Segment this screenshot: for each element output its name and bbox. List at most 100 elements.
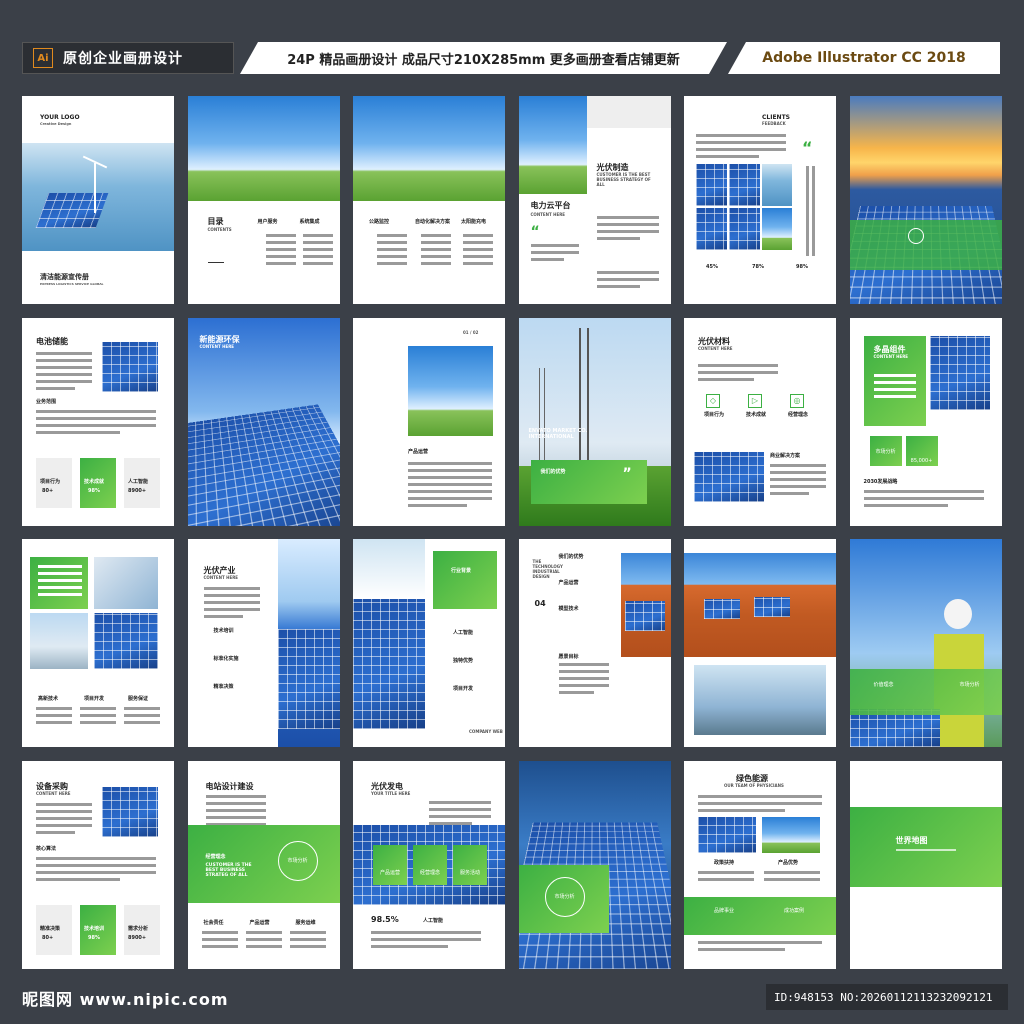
business-caption: 商业解决方案 <box>770 452 801 459</box>
page-pv-generation: 光伏发电 YOUR TITLE HERE 产品运营 经营理念 服务活动 98.5… <box>353 760 505 969</box>
operation-caption: 产品运营 <box>408 448 429 455</box>
module-box-1: 市场分析 <box>875 448 896 455</box>
header-right-title: Adobe Illustrator CC 2018 <box>762 50 966 66</box>
bg-item-1: 人工智能 <box>453 630 474 636</box>
header-left-title: 原创企业画册设计 <box>63 51 183 67</box>
generation-stat: 98.5% <box>371 914 399 924</box>
industry-item-2: 标准化实施 <box>213 656 239 662</box>
procurement-section: 核心算法 <box>36 845 57 852</box>
logo: YOUR LOGO <box>40 114 80 121</box>
station-title: 电站设计建设 <box>205 781 254 791</box>
page-pv-materials: 光伏材料 CONTENT HERE ◇ ▷ ◎ 项目行为 技术成就 经营理念 商… <box>684 317 836 526</box>
cover-title: 清洁能源宣传册 <box>40 273 89 281</box>
industry-sub: CONTENT HERE <box>203 575 239 580</box>
contents-sub: CONTENTS <box>207 227 232 232</box>
feature-1: 高新技术 <box>38 696 59 702</box>
page-number: 01 / 02 <box>463 329 479 335</box>
project-icon: ◇ <box>706 393 720 408</box>
feedback-sub: FEEDBACK <box>762 121 786 126</box>
generation-sub: YOUR TITLE HERE <box>371 790 411 796</box>
engineer-box-2: 市场分析 <box>959 682 980 688</box>
page-high-tech: 高新技术 项目开发 服务保证 <box>22 539 174 747</box>
watermark: 昵图网 www.nipic.com <box>22 990 229 1009</box>
tech-icon: ▷ <box>748 393 762 408</box>
stat-1-value: 80+ <box>42 487 54 494</box>
section-number: 04 <box>534 599 546 608</box>
page-clients-feedback: CLIENTS FEEDBACK “ 45% 78% 98% <box>684 96 836 304</box>
new-energy-sub: CONTENT HERE <box>199 343 235 349</box>
stat-2-label: 技术成就 <box>84 478 105 485</box>
page-poly-module: 多晶组件 CONTENT HERE 市场分析 85,000+ 2030发展战略 <box>849 317 1002 526</box>
stat-1-label: 精准决策 <box>40 925 61 932</box>
tech-item-4: 愿景目标 <box>558 654 579 660</box>
page-pv-industry: 光伏产业 CONTENT HERE 技术培训 标准化实施 精准决策 <box>187 539 340 747</box>
page-cover: YOUR LOGO Creative Design 清洁能源宣传册 EXPRES… <box>22 96 174 304</box>
feature-3: 服务保证 <box>128 696 149 702</box>
green-caption-2: 产品优势 <box>778 859 799 866</box>
battery-section: 业务范围 <box>36 398 57 405</box>
icon-3-label: 经营理念 <box>788 411 809 418</box>
stat-2-value: 98% <box>88 487 100 494</box>
stat-3-value: 8900+ <box>128 934 147 941</box>
tree-photo <box>353 96 505 201</box>
page-world-map: 世界地图 <box>849 760 1002 969</box>
background-box: 行业背景 <box>451 568 472 574</box>
tech-item-3: 模型技术 <box>558 606 579 612</box>
stat-1-value: 80+ <box>42 934 54 941</box>
feedback-title: CLIENTS <box>762 114 790 121</box>
landscape-photo <box>187 96 340 201</box>
header-middle-title: 24P 精品画册设计 成品尺寸210X285mm 更多画册查看店铺更新 <box>287 52 680 68</box>
page-green-energy: 绿色能源 OUR TEAM OF PHYSICIANS 政策扶持 产品优势 品牌… <box>684 760 836 969</box>
stat-1: 45% <box>706 264 718 270</box>
procurement-sub: CONTENT HERE <box>36 790 71 796</box>
page-cloud-platform: 电力云平台 CONTENT HERE “ 光伏制造 CUSTOMER IS TH… <box>518 96 671 304</box>
windmill-photo <box>518 96 587 194</box>
page-rooftop-city <box>684 539 836 747</box>
contents-title: 目录 <box>207 217 224 226</box>
image-id: ID:948153 NO:20260112113232092121 <box>766 984 1008 1010</box>
icon-2-label: 技术成就 <box>746 411 767 418</box>
stat-3-label: 人工智能 <box>128 478 149 485</box>
header-bar: Ai 原创企业画册设计 24P 精品画册设计 成品尺寸210X285mm 更多画… <box>22 42 1000 74</box>
col1-title: 公路监控 <box>369 219 390 225</box>
generation-stat-label: 人工智能 <box>423 917 444 924</box>
idea-icon: ◎ <box>790 393 804 408</box>
page-engineer: 价值理念 市场分析 <box>849 539 1002 747</box>
company-web: COMPANY WEB <box>469 729 503 734</box>
page-battery-storage: 电池储能 业务范围 项目行为 80+ 技术成就 98% 人工智能 8900+ <box>22 317 174 526</box>
logo-sub: Creative Design <box>40 122 72 126</box>
cover-photo <box>22 143 174 251</box>
col2-title: 系统集成 <box>299 219 320 225</box>
stat-3-label: 需求分析 <box>128 925 149 932</box>
page-market-analysis: 市场分析 <box>518 760 671 969</box>
module-sub: CONTENT HERE <box>873 353 909 359</box>
header-right: Adobe Illustrator CC 2018 <box>728 42 1000 74</box>
industry-item-1: 技术培训 <box>213 628 234 634</box>
page-station-design: 电站设计建设 经营理念 CUSTOMER IS THE BEST BUSINES… <box>187 760 340 969</box>
vertical-caption: THE TECHNOLOGY INDUSTRIAL DESIGN <box>532 559 563 579</box>
advantage-box: 我们的优势 <box>540 468 566 475</box>
icon-1-label: 项目行为 <box>704 411 725 418</box>
cloud-title: 电力云平台 <box>530 201 571 210</box>
col3-title: 太阳能充电 <box>461 219 487 225</box>
stat-3: 98% <box>796 264 808 270</box>
stat-3-value: 8900+ <box>128 487 147 494</box>
page-power-grid: ENVATO MARKET CO. INTERNATIONAL 我们的优势 ” <box>518 317 671 526</box>
manufacturing-sub: CUSTOMER IS THE BEST BUSINESS STRATEGY O… <box>596 172 651 187</box>
overlay-text: ENVATO MARKET CO. INTERNATIONAL <box>528 427 588 440</box>
band-circle: 市场分析 <box>287 857 308 864</box>
station-item-2: 产品运营 <box>249 919 270 926</box>
stat-2-label: 技术培训 <box>84 925 105 932</box>
band-title: 经营理念 <box>205 853 226 860</box>
page-technology: 04 THE TECHNOLOGY INDUSTRIAL DESIGN 我们的优… <box>518 539 671 747</box>
stat-2-value: 98% <box>88 934 100 941</box>
gen-box-1: 产品运营 <box>379 869 400 876</box>
green-band-2: 成功案例 <box>783 907 804 914</box>
page-equipment-procurement: 设备采购 CONTENT HERE 核心算法 精准决策 80+ 技术培训 98%… <box>22 760 174 969</box>
stat-2: 78% <box>752 264 764 270</box>
page-sunset-solar <box>849 96 1002 304</box>
brochure-page-grid: YOUR LOGO Creative Design 清洁能源宣传册 EXPRES… <box>22 96 1002 969</box>
page-contents: 目录 CONTENTS 用户服务 系统集成 <box>187 96 340 304</box>
industry-item-3: 精准决策 <box>213 684 234 690</box>
band-sub: CUSTOMER IS THE BEST BUSINESS STRATEG OF… <box>205 862 252 878</box>
